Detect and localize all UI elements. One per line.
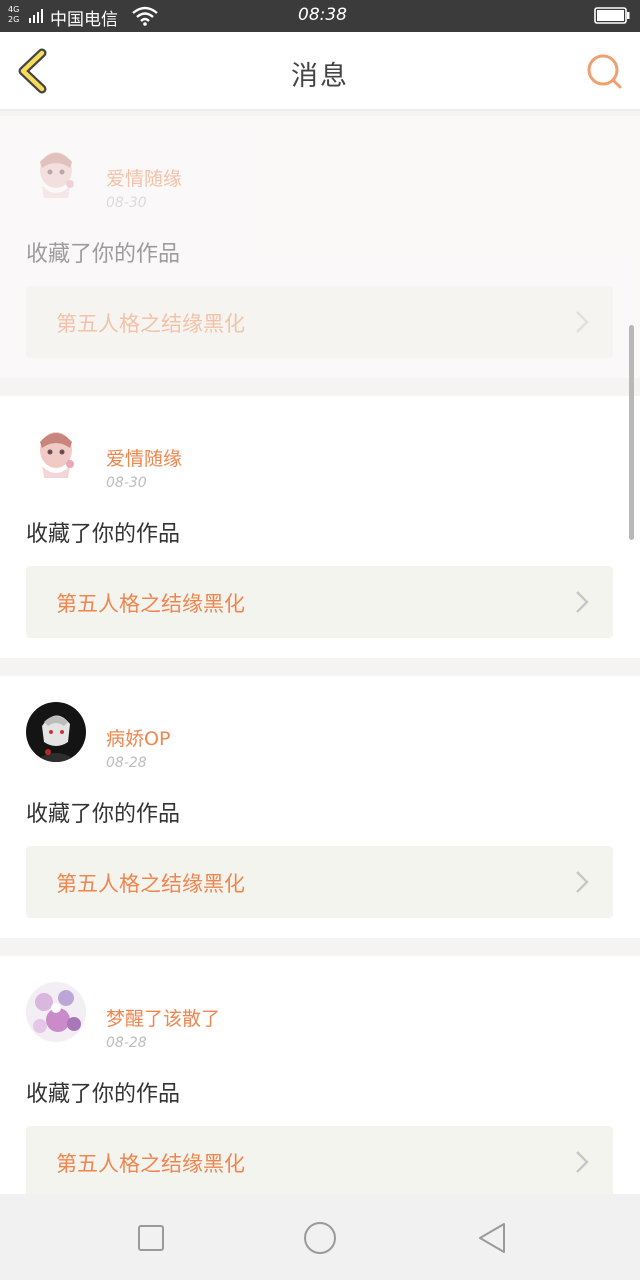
page-title: 消息	[291, 61, 349, 92]
work-link[interactable]: 第五人格之结缘黑化	[26, 566, 613, 638]
clock: 08:38	[298, 5, 347, 25]
action-text: 收藏了你的作品	[26, 802, 181, 827]
action-text: 收藏了你的作品	[26, 1082, 181, 1107]
work-title: 第五人格之结缘黑化	[56, 872, 245, 896]
chevron-right-icon	[576, 1151, 589, 1173]
username[interactable]: 爱情随缘	[106, 164, 182, 191]
chevron-right-icon	[576, 311, 589, 333]
message-date: 08-30	[106, 475, 147, 491]
work-title: 第五人格之结缘黑化	[56, 1152, 245, 1176]
work-title: 第五人格之结缘黑化	[56, 312, 245, 336]
anime-girl-avatar[interactable]	[26, 142, 86, 202]
message-date: 08-30	[106, 195, 147, 211]
recents-square-icon[interactable]	[131, 1218, 171, 1258]
scrollbar[interactable]	[629, 325, 634, 540]
battery-icon	[594, 7, 630, 24]
chevron-right-icon	[576, 871, 589, 893]
work-link[interactable]: 第五人格之结缘黑化	[26, 846, 613, 918]
wifi-icon	[132, 6, 158, 26]
action-text: 收藏了你的作品	[26, 522, 181, 547]
username[interactable]: 病娇OP	[106, 724, 170, 751]
username[interactable]: 梦醒了该散了	[106, 1004, 220, 1031]
message-card: 梦醒了该散了 08-28 收藏了你的作品 第五人格之结缘黑化	[0, 956, 640, 1218]
anime-girl-avatar[interactable]	[26, 422, 86, 482]
home-circle-icon[interactable]	[300, 1218, 340, 1258]
system-nav-bar	[0, 1194, 640, 1280]
app-header: 消息	[0, 32, 640, 111]
network-type: 4G 2G	[8, 5, 20, 24]
search-icon[interactable]	[584, 51, 624, 91]
username[interactable]: 爱情随缘	[106, 444, 182, 471]
message-list: 爱情随缘 08-30 收藏了你的作品 第五人格之结缘黑化 爱情随缘 08-30 …	[0, 116, 640, 1236]
message-card: 爱情随缘 08-30 收藏了你的作品 第五人格之结缘黑化	[0, 396, 640, 658]
dark-character-avatar[interactable]	[26, 702, 86, 762]
action-text: 收藏了你的作品	[26, 242, 181, 267]
work-title: 第五人格之结缘黑化	[56, 592, 245, 616]
message-card: 爱情随缘 08-30 收藏了你的作品 第五人格之结缘黑化	[0, 116, 640, 378]
work-link[interactable]: 第五人格之结缘黑化	[26, 286, 613, 358]
back-triangle-icon[interactable]	[472, 1218, 512, 1258]
carrier-name: 中国电信	[50, 10, 118, 30]
message-date: 08-28	[106, 1035, 147, 1051]
work-link[interactable]: 第五人格之结缘黑化	[26, 1126, 613, 1198]
status-bar: 4G 2G 中国电信 08:38	[0, 0, 640, 32]
message-date: 08-28	[106, 755, 147, 771]
chevron-right-icon	[576, 591, 589, 613]
signal-icon	[29, 9, 43, 23]
floral-avatar[interactable]	[26, 982, 86, 1042]
message-card: 病娇OP 08-28 收藏了你的作品 第五人格之结缘黑化	[0, 676, 640, 938]
